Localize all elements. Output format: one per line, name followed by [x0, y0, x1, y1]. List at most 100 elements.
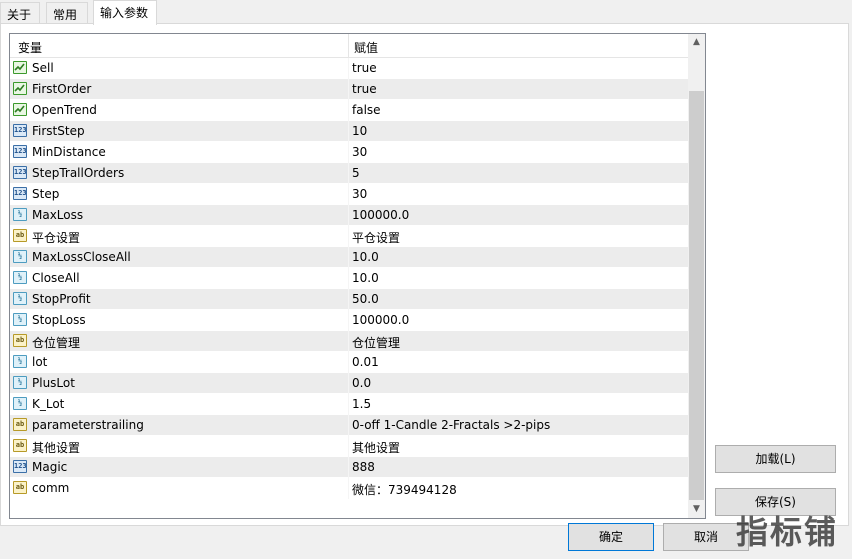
- cell-separator: [348, 184, 349, 205]
- cell-separator: [348, 415, 349, 436]
- tab-label: 输入参数: [100, 6, 149, 20]
- cell-separator: [348, 205, 349, 226]
- watermark-logo: 指标铺: [735, 513, 838, 551]
- str-type-icon: ab: [13, 481, 27, 494]
- parameter-name: lot: [32, 355, 48, 369]
- str-type-icon: ab: [13, 229, 27, 242]
- parameter-row[interactable]: ½ PlusLot 0.0: [10, 373, 689, 394]
- parameter-row[interactable]: FirstOrder true: [10, 79, 689, 100]
- parameter-row[interactable]: ½ K_Lot 1.5: [10, 394, 689, 415]
- parameter-value[interactable]: false: [352, 103, 381, 117]
- cell-separator: [348, 247, 349, 268]
- scroll-thumb[interactable]: [689, 91, 704, 500]
- parameter-row[interactable]: ab 仓位管理 仓位管理: [10, 331, 689, 352]
- parameter-name: Step: [32, 187, 60, 201]
- parameter-row[interactable]: ab 平仓设置 平仓设置: [10, 226, 689, 247]
- parameter-value[interactable]: 0.01: [352, 355, 379, 369]
- parameter-name: K_Lot: [32, 397, 65, 411]
- parameter-row[interactable]: 123 Magic 888: [10, 457, 689, 478]
- int-type-icon: 123: [13, 145, 27, 158]
- parameter-name: StopProfit: [32, 292, 91, 306]
- grid-rows: Sell true FirstOrder true OpenTrend false 123 F…: [10, 58, 689, 499]
- load-button-label: 加载(L): [755, 452, 796, 466]
- parameter-value[interactable]: 100000.0: [352, 208, 409, 222]
- parameter-row[interactable]: 123 StepTrallOrders 5: [10, 163, 689, 184]
- dbl-type-icon: ½: [13, 313, 27, 326]
- parameter-value[interactable]: 10.0: [352, 250, 379, 264]
- parameter-row[interactable]: ab comm 微信：739494128: [10, 478, 689, 499]
- parameter-value[interactable]: 微信：739494128: [352, 481, 457, 498]
- column-header-variable[interactable]: 变量: [18, 39, 42, 56]
- parameter-value[interactable]: 0.0: [352, 376, 371, 390]
- parameter-name: CloseAll: [32, 271, 80, 285]
- dbl-type-icon: ½: [13, 355, 27, 368]
- parameter-row[interactable]: ½ MaxLossCloseAll 10.0: [10, 247, 689, 268]
- dbl-type-icon: ½: [13, 208, 27, 221]
- cell-separator: [348, 58, 349, 79]
- parameter-value[interactable]: 10: [352, 124, 367, 138]
- parameter-row[interactable]: ab 其他设置 其他设置: [10, 436, 689, 457]
- str-type-icon: ab: [13, 439, 27, 452]
- cell-separator: [348, 478, 349, 499]
- parameter-row[interactable]: 123 FirstStep 10: [10, 121, 689, 142]
- parameter-name: Sell: [32, 61, 54, 75]
- ok-button[interactable]: 确定: [568, 523, 654, 551]
- parameter-row[interactable]: 123 Step 30: [10, 184, 689, 205]
- parameter-name: 其他设置: [32, 441, 81, 455]
- ok-button-label: 确定: [598, 530, 623, 544]
- parameter-name: 仓位管理: [32, 336, 81, 350]
- parameter-row[interactable]: ½ StopLoss 100000.0: [10, 310, 689, 331]
- parameter-row[interactable]: ab parameterstrailing 0-off 1-Candle 2-Fra…: [10, 415, 689, 436]
- parameter-value[interactable]: 1.5: [352, 397, 371, 411]
- parameter-value[interactable]: 其他设置: [352, 439, 400, 456]
- parameter-value[interactable]: 888: [352, 460, 375, 474]
- scroll-up-arrow-icon[interactable]: ▲: [688, 34, 705, 51]
- grid-header: 变量 赋值: [10, 34, 689, 58]
- cell-separator: [348, 457, 349, 478]
- parameter-value[interactable]: 30: [352, 145, 367, 159]
- parameter-value[interactable]: 平仓设置: [352, 229, 400, 246]
- parameter-name: 平仓设置: [32, 231, 81, 245]
- cell-separator: [348, 142, 349, 163]
- parameter-name: StepTrallOrders: [32, 166, 125, 180]
- parameter-value[interactable]: 50.0: [352, 292, 379, 306]
- cell-separator: [348, 226, 349, 247]
- parameter-name: MinDistance: [32, 145, 106, 159]
- int-type-icon: 123: [13, 187, 27, 200]
- dbl-type-icon: ½: [13, 271, 27, 284]
- parameter-name: StopLoss: [32, 313, 86, 327]
- parameter-value[interactable]: 10.0: [352, 271, 379, 285]
- parameter-row[interactable]: ½ lot 0.01: [10, 352, 689, 373]
- tab-common[interactable]: 常用: [46, 2, 88, 24]
- parameter-name: FirstStep: [32, 124, 85, 138]
- dbl-type-icon: ½: [13, 292, 27, 305]
- int-type-icon: 123: [13, 460, 27, 473]
- parameter-row[interactable]: ½ MaxLoss 100000.0: [10, 205, 689, 226]
- parameter-value[interactable]: 0-off 1-Candle 2-Fractals >2-pips: [352, 418, 550, 432]
- bool-type-icon: [13, 61, 27, 74]
- cell-separator: [348, 289, 349, 310]
- parameter-name: comm: [32, 481, 70, 495]
- cell-separator: [348, 394, 349, 415]
- load-button[interactable]: 加载(L): [715, 445, 836, 473]
- parameter-value[interactable]: true: [352, 82, 377, 96]
- column-separator[interactable]: [348, 34, 349, 58]
- scroll-down-arrow-icon[interactable]: ▼: [688, 501, 705, 518]
- parameter-value[interactable]: 100000.0: [352, 313, 409, 327]
- parameter-value[interactable]: 5: [352, 166, 360, 180]
- tab-about[interactable]: 关于: [0, 2, 40, 24]
- parameter-row[interactable]: ½ StopProfit 50.0: [10, 289, 689, 310]
- parameter-value[interactable]: 30: [352, 187, 367, 201]
- parameter-value[interactable]: true: [352, 61, 377, 75]
- parameter-row[interactable]: Sell true: [10, 58, 689, 79]
- parameter-row[interactable]: 123 MinDistance 30: [10, 142, 689, 163]
- parameter-value[interactable]: 仓位管理: [352, 334, 400, 351]
- vertical-scrollbar[interactable]: ▲ ▼: [688, 34, 705, 518]
- parameter-name: FirstOrder: [32, 82, 92, 96]
- column-header-value[interactable]: 赋值: [354, 39, 378, 56]
- tab-inputs[interactable]: 输入参数: [93, 0, 157, 25]
- parameter-name: MaxLoss: [32, 208, 84, 222]
- cell-separator: [348, 79, 349, 100]
- parameter-row[interactable]: OpenTrend false: [10, 100, 689, 121]
- parameter-row[interactable]: ½ CloseAll 10.0: [10, 268, 689, 289]
